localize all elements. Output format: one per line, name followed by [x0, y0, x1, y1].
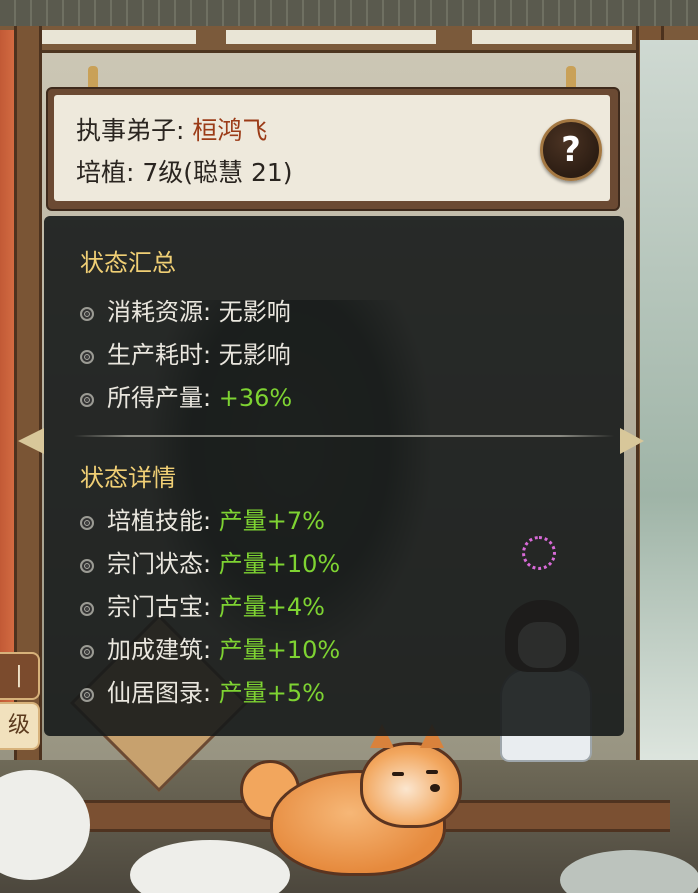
summary-stat-row: 消耗资源: 无影响 [80, 292, 291, 326]
dog-eye [392, 772, 404, 776]
lattice-paper [472, 30, 632, 44]
lattice-paper [226, 30, 436, 44]
stat-label: 生产耗时: [107, 341, 212, 369]
status-details-title: 状态详情 [80, 464, 176, 492]
stat-label: 仙居图录: [107, 679, 212, 707]
bullet-swirl-icon [80, 645, 94, 659]
summary-stat-row: 生产耗时: 无影响 [80, 335, 291, 369]
header-plaque: 执事弟子: 桓鸿飞 培植: 7级(聪慧 21) ? [54, 95, 610, 201]
stat-value: 产量+10% [218, 636, 341, 664]
status-tooltip-panel: 状态汇总 消耗资源: 无影响 生产耗时: 无影响 所得产量: +36% 状态详情 培… [44, 216, 624, 736]
question-mark-icon[interactable]: ? [540, 119, 602, 181]
disciple-name: 桓鸿飞 [192, 116, 268, 145]
shiba-dog-head[interactable] [360, 742, 462, 828]
stat-label: 宗门状态: [107, 550, 212, 578]
detail-stat-row: 加成建筑: 产量+10% [80, 630, 340, 664]
dog-nose [430, 784, 440, 792]
bullet-swirl-icon [80, 688, 94, 702]
cultivation-level: 7级 [142, 158, 184, 187]
summary-stat-row: 所得产量: +36% [80, 378, 292, 412]
stat-value: 无影响 [218, 341, 291, 369]
stat-value: 无影响 [218, 298, 291, 326]
bullet-swirl-icon [80, 393, 94, 407]
section-divider [74, 435, 614, 437]
detail-stat-row: 宗门古宝: 产量+4% [80, 587, 325, 621]
arrow-left-icon[interactable] [18, 428, 44, 454]
wisdom-stat: (聪慧 21) [183, 158, 293, 187]
stat-label: 加成建筑: [107, 636, 212, 664]
sparkle-effect [522, 536, 556, 570]
stat-value: 产量+7% [218, 507, 325, 535]
steward-disciple-line: 执事弟子: 桓鸿飞 [76, 111, 267, 147]
bullet-swirl-icon [80, 516, 94, 530]
detail-stat-row: 仙居图录: 产量+5% [80, 673, 325, 707]
side-level-button[interactable]: 级 [0, 702, 40, 750]
detail-stat-row: 培植技能: 产量+7% [80, 501, 325, 535]
stat-value: 产量+4% [218, 593, 325, 621]
stat-label: 宗门古宝: [107, 593, 212, 621]
dog-eye [426, 770, 438, 774]
cultivation-line: 培植: 7级(聪慧 21) [76, 153, 293, 189]
status-summary-title: 状态汇总 [80, 249, 176, 277]
cultivation-label: 培植: [76, 158, 135, 187]
stat-value: +36% [218, 384, 293, 412]
top-beam [0, 26, 698, 53]
bullet-swirl-icon [80, 350, 94, 364]
stat-value: 产量+5% [218, 679, 325, 707]
stat-label: 消耗资源: [107, 298, 212, 326]
stat-value: 产量+10% [218, 550, 341, 578]
arrow-right-icon[interactable] [620, 428, 644, 454]
detail-stat-row: 宗门状态: 产量+10% [80, 544, 340, 578]
bullet-swirl-icon [80, 602, 94, 616]
bullet-swirl-icon [80, 307, 94, 321]
lattice-paper [34, 30, 196, 44]
steward-label: 执事弟子: [76, 116, 185, 145]
side-tab-button[interactable]: | [0, 652, 40, 700]
bullet-swirl-icon [80, 559, 94, 573]
stat-label: 所得产量: [107, 384, 212, 412]
stat-label: 培植技能: [107, 507, 212, 535]
mountain-mist [640, 40, 698, 800]
